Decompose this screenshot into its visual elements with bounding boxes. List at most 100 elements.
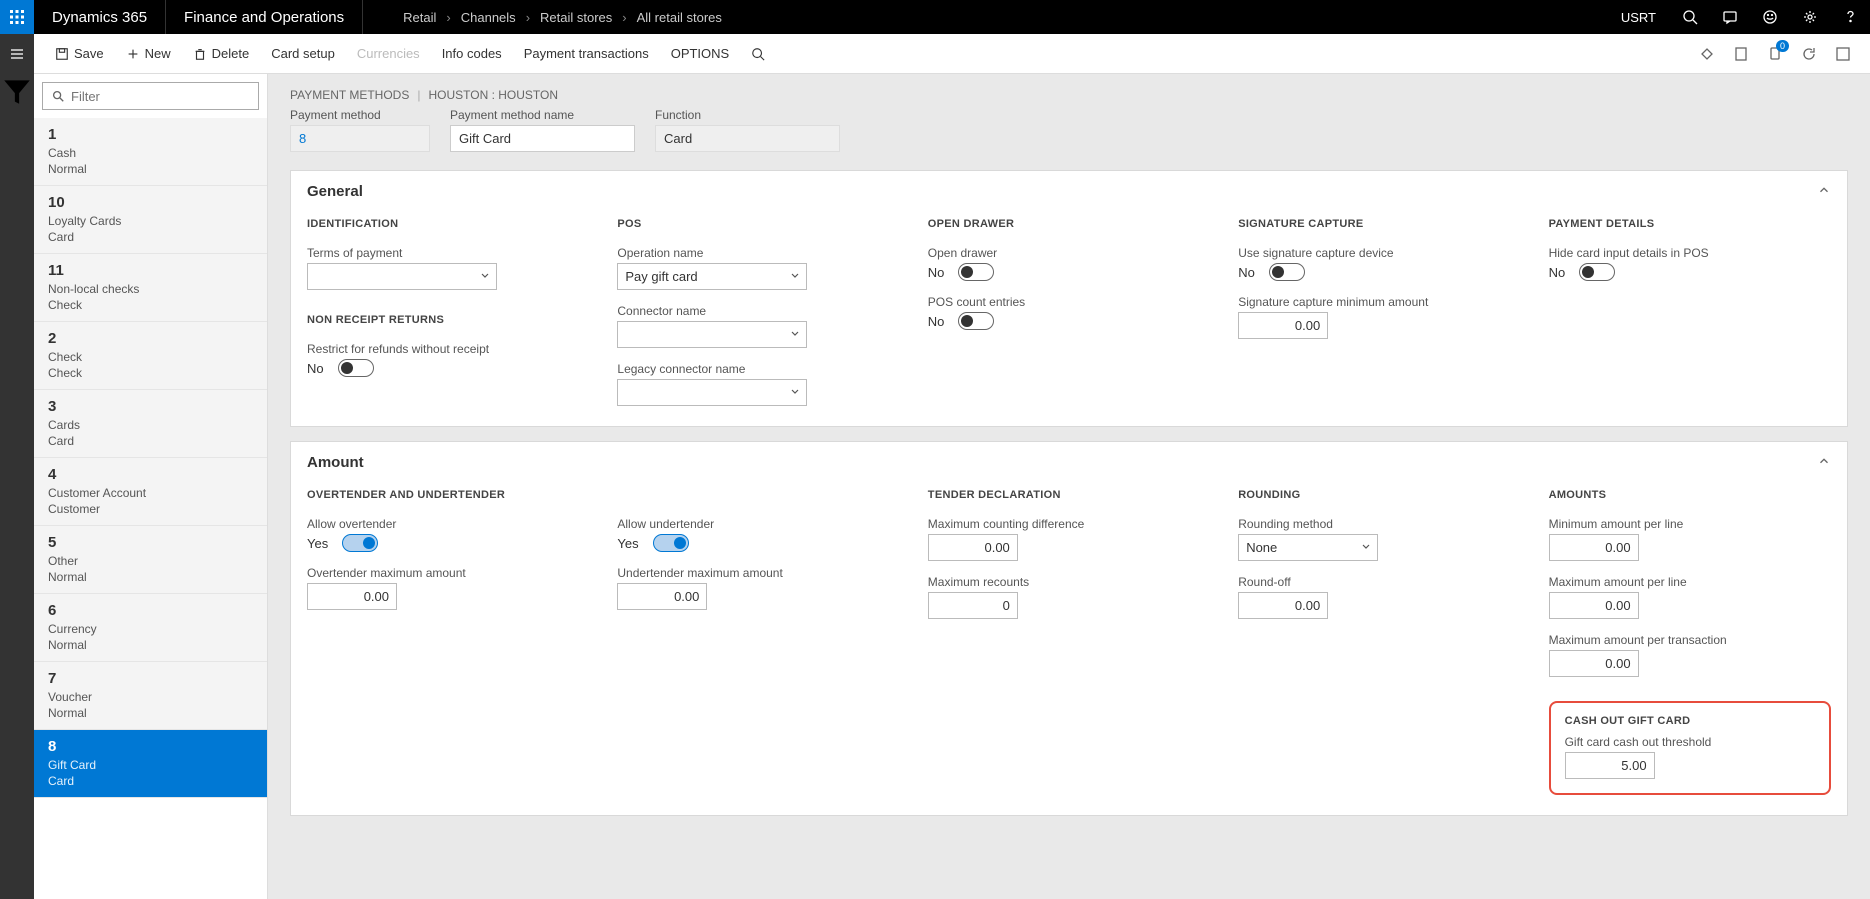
section-heading: TENDER DECLARATION <box>928 489 1210 501</box>
list-item[interactable]: 6CurrencyNormal <box>34 594 267 662</box>
field-label: Undertender maximum amount <box>617 566 899 580</box>
filter-rail-icon[interactable] <box>0 74 34 111</box>
list-item[interactable]: 1CashNormal <box>34 118 267 186</box>
app-launcher-icon[interactable] <box>0 0 34 34</box>
general-card: General IDENTIFICATION Terms of payment … <box>290 170 1848 427</box>
list-pane: 1CashNormal10Loyalty CardsCard11Non-loca… <box>34 74 268 899</box>
signature-min-amount-input[interactable]: 0.00 <box>1238 312 1328 339</box>
save-button[interactable]: Save <box>44 34 115 74</box>
breadcrumb-item[interactable]: Channels <box>461 10 516 25</box>
list-item[interactable]: 3CardsCard <box>34 390 267 458</box>
section-heading: AMOUNTS <box>1549 489 1831 501</box>
content-area: PAYMENT METHODS|HOUSTON : HOUSTON Paymen… <box>268 74 1870 899</box>
new-button[interactable]: New <box>115 34 182 74</box>
brand-title[interactable]: Dynamics 365 <box>34 0 166 34</box>
hide-card-toggle[interactable] <box>1579 263 1615 281</box>
field-label: Maximum amount per transaction <box>1549 633 1831 647</box>
function-field: Card <box>655 125 840 152</box>
allow-undertender-toggle[interactable] <box>653 534 689 552</box>
field-label: Overtender maximum amount <box>307 566 589 580</box>
terms-of-payment-dropdown[interactable] <box>307 263 497 290</box>
payment-method-field[interactable]: 8 <box>290 125 430 152</box>
fullscreen-icon[interactable] <box>1826 34 1860 74</box>
user-label[interactable]: USRT <box>1607 10 1670 25</box>
menu-icon[interactable] <box>0 34 34 74</box>
chevron-right-icon: › <box>526 10 530 25</box>
overtender-max-input[interactable]: 0.00 <box>307 583 397 610</box>
refresh-icon[interactable] <box>1792 34 1826 74</box>
info-codes-button[interactable]: Info codes <box>431 34 513 74</box>
attach-icon[interactable] <box>1690 34 1724 74</box>
round-off-input[interactable]: 0.00 <box>1238 592 1328 619</box>
card-setup-button[interactable]: Card setup <box>260 34 346 74</box>
max-amount-line-input[interactable]: 0.00 <box>1549 592 1639 619</box>
list-item[interactable]: 7VoucherNormal <box>34 662 267 730</box>
max-counting-diff-input[interactable]: 0.00 <box>928 534 1018 561</box>
pos-count-toggle[interactable] <box>958 312 994 330</box>
section-heading: IDENTIFICATION <box>307 218 589 230</box>
help-icon[interactable] <box>1830 0 1870 34</box>
field-label: Payment method <box>290 108 430 122</box>
search-icon[interactable] <box>1670 0 1710 34</box>
cash-out-threshold-input[interactable]: 5.00 <box>1565 752 1655 779</box>
field-label: Gift card cash out threshold <box>1565 735 1815 749</box>
notifications-icon[interactable]: 0 <box>1758 34 1792 74</box>
list-item[interactable]: 10Loyalty CardsCard <box>34 186 267 254</box>
general-card-header[interactable]: General <box>291 171 1847 212</box>
breadcrumb-item[interactable]: Retail <box>403 10 436 25</box>
field-label: Minimum amount per line <box>1549 517 1831 531</box>
options-button[interactable]: OPTIONS <box>660 34 741 74</box>
list-item[interactable]: 4Customer AccountCustomer <box>34 458 267 526</box>
list-rail-icon[interactable] <box>0 111 34 148</box>
open-drawer-toggle[interactable] <box>958 263 994 281</box>
list-item[interactable]: 2CheckCheck <box>34 322 267 390</box>
min-amount-line-input[interactable]: 0.00 <box>1549 534 1639 561</box>
gear-icon[interactable] <box>1790 0 1830 34</box>
breadcrumb-item[interactable]: All retail stores <box>637 10 722 25</box>
list-item[interactable]: 8Gift CardCard <box>34 730 267 798</box>
section-heading: OVERTENDER AND UNDERTENDER <box>307 489 589 501</box>
signature-device-toggle[interactable] <box>1269 263 1305 281</box>
section-heading: OPEN DRAWER <box>928 218 1210 230</box>
messages-icon[interactable] <box>1710 0 1750 34</box>
field-label: Hide card input details in POS <box>1549 246 1831 260</box>
field-label: Round-off <box>1238 575 1520 589</box>
field-label: POS count entries <box>928 295 1210 309</box>
field-label: Function <box>655 108 840 122</box>
payment-method-name-field[interactable]: Gift Card <box>450 125 635 152</box>
office-icon[interactable] <box>1724 34 1758 74</box>
field-label: Payment method name <box>450 108 635 122</box>
section-heading: POS <box>617 218 899 230</box>
field-label: Legacy connector name <box>617 362 899 376</box>
section-heading: SIGNATURE CAPTURE <box>1238 218 1520 230</box>
search-action-icon[interactable] <box>740 34 781 74</box>
breadcrumb: Retail › Channels › Retail stores › All … <box>363 10 722 25</box>
smiley-icon[interactable] <box>1750 0 1790 34</box>
amount-card-header[interactable]: Amount <box>291 442 1847 483</box>
allow-overtender-toggle[interactable] <box>342 534 378 552</box>
max-amount-transaction-input[interactable]: 0.00 <box>1549 650 1639 677</box>
restrict-refunds-toggle[interactable] <box>338 359 374 377</box>
connector-name-dropdown[interactable] <box>617 321 807 348</box>
rounding-method-dropdown[interactable]: None <box>1238 534 1378 561</box>
filter-input-wrapper[interactable] <box>42 82 259 110</box>
undertender-max-input[interactable]: 0.00 <box>617 583 707 610</box>
section-heading: ROUNDING <box>1238 489 1520 501</box>
filter-input[interactable] <box>71 89 250 104</box>
filter-icon <box>51 89 65 103</box>
payment-transactions-button[interactable]: Payment transactions <box>513 34 660 74</box>
chevron-up-icon <box>1817 454 1831 471</box>
amount-card: Amount OVERTENDER AND UNDERTENDER Allow … <box>290 441 1848 816</box>
chevron-right-icon: › <box>446 10 450 25</box>
legacy-connector-dropdown[interactable] <box>617 379 807 406</box>
section-heading: PAYMENT DETAILS <box>1549 218 1831 230</box>
list-item[interactable]: 5OtherNormal <box>34 526 267 594</box>
delete-button[interactable]: Delete <box>182 34 261 74</box>
section-heading: NON RECEIPT RETURNS <box>307 314 589 326</box>
list-item[interactable]: 11Non-local checksCheck <box>34 254 267 322</box>
breadcrumb-item[interactable]: Retail stores <box>540 10 612 25</box>
max-recounts-input[interactable]: 0 <box>928 592 1018 619</box>
currencies-button: Currencies <box>346 34 431 74</box>
operation-name-dropdown[interactable]: Pay gift card <box>617 263 807 290</box>
field-label: Operation name <box>617 246 899 260</box>
